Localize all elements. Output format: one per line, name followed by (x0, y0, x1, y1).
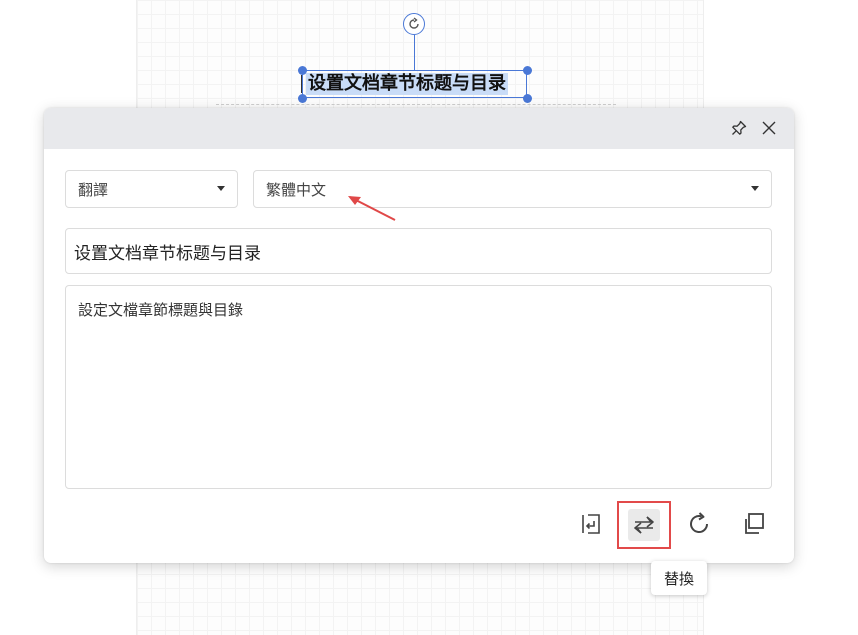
pin-icon (732, 120, 747, 135)
tooltip-text: 替換 (663, 569, 694, 588)
retranslate-button[interactable] (680, 505, 718, 543)
copy-icon (745, 513, 764, 534)
source-text-field[interactable]: 设置文档章节标题与目录 (65, 228, 772, 274)
source-text: 设置文档章节标题与目录 (74, 243, 261, 264)
resize-handle-bottom-left[interactable] (298, 94, 307, 103)
mode-select[interactable]: 翻譯 (65, 170, 238, 208)
selected-heading-text[interactable]: 设置文档章节标题与目录 (306, 73, 508, 95)
rotate-handle[interactable] (403, 13, 425, 35)
insert-icon (582, 514, 600, 534)
replace-button[interactable] (617, 501, 671, 549)
translation-result-area[interactable]: 設定文檔章節標題與目錄 (65, 285, 772, 489)
pin-button[interactable] (729, 118, 749, 138)
language-select-value: 繁體中文 (266, 180, 327, 199)
insert-below-button[interactable] (572, 505, 610, 543)
refresh-icon (690, 512, 708, 533)
text-cursor (301, 75, 302, 93)
panel-header (44, 108, 794, 149)
page-margin-guide (216, 104, 616, 105)
resize-handle-top-left[interactable] (298, 66, 307, 75)
rotate-icon (409, 17, 419, 29)
chevron-down-icon (751, 186, 759, 191)
language-select[interactable]: 繁體中文 (253, 170, 772, 208)
annotation-arrow-icon (348, 196, 396, 221)
chevron-down-icon (217, 186, 225, 191)
replace-tooltip: 替換 (651, 561, 707, 595)
mode-select-value: 翻譯 (78, 180, 109, 199)
result-text: 設定文檔章節標題與目錄 (78, 301, 244, 319)
close-button[interactable] (759, 118, 779, 138)
resize-handle-top-right[interactable] (523, 66, 532, 75)
translate-panel: 翻譯 繁體中文 设置文档章节标题与目录 設定文檔章節標題與目錄 (44, 108, 794, 563)
resize-handle-bottom-right[interactable] (523, 94, 532, 103)
copy-button[interactable] (735, 505, 773, 543)
replace-button-inner (628, 509, 660, 541)
close-icon (762, 121, 776, 135)
rotate-handle-line (414, 35, 415, 70)
replace-icon (634, 516, 654, 534)
